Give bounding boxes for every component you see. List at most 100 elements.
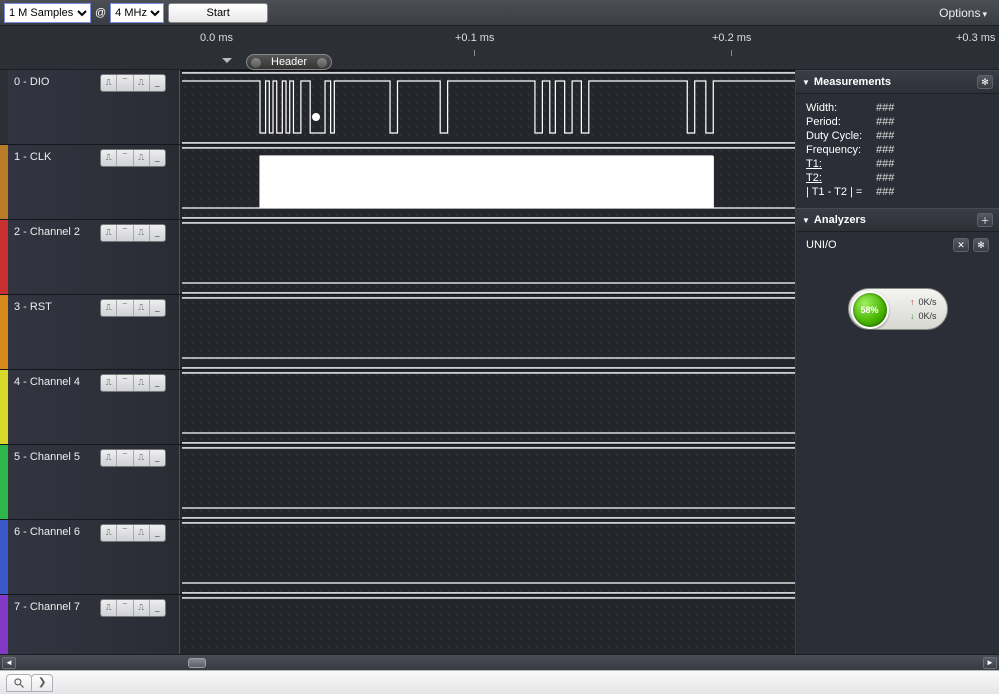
track-row: 2 - Channel 2 ⎍¯⎍_ — [0, 220, 795, 295]
timeline-header[interactable]: 0.0 ms +0.1 ms +0.2 ms +0.3 ms Header — [0, 26, 999, 70]
trigger-control[interactable]: ⎍¯⎍_ — [100, 599, 166, 617]
trigger-control[interactable]: ⎍¯⎍_ — [100, 374, 166, 392]
measurement-row: T2:### — [806, 172, 989, 184]
measurement-key: Width: — [806, 102, 876, 114]
track-header[interactable]: 4 - Channel 4 ⎍¯⎍_ — [0, 370, 180, 444]
channel-color-stripe — [0, 595, 8, 654]
channel-name: 0 - DIO — [14, 76, 49, 88]
track-row: 0 - DIO ⎍¯⎍_ — [0, 70, 795, 145]
trigger-control[interactable]: ⎍¯⎍_ — [100, 149, 166, 167]
scroll-thumb[interactable] — [188, 658, 206, 668]
trigger-control[interactable]: ⎍¯⎍_ — [100, 74, 166, 92]
measurement-key: Period: — [806, 116, 876, 128]
waveform[interactable] — [182, 226, 795, 288]
trigger-control[interactable]: ⎍¯⎍_ — [100, 224, 166, 242]
measurement-value: ### — [876, 130, 894, 142]
scroll-left-button[interactable]: ◄ — [2, 657, 16, 669]
options-menu[interactable]: Options — [931, 6, 995, 20]
measurement-value: ### — [876, 116, 894, 128]
waveform[interactable] — [182, 151, 795, 213]
channel-color-stripe — [0, 520, 8, 594]
measurements-header[interactable]: ▼ Measurements ✻ — [796, 70, 999, 94]
search-icon — [13, 677, 25, 689]
waveform[interactable] — [182, 376, 795, 438]
track-row: 6 - Channel 6 ⎍¯⎍_ — [0, 520, 795, 595]
waveform[interactable] — [182, 526, 795, 588]
scroll-track[interactable] — [18, 658, 981, 668]
channel-color-stripe — [0, 295, 8, 369]
track-header[interactable]: 3 - RST ⎍¯⎍_ — [0, 295, 180, 369]
track-header[interactable]: 0 - DIO ⎍¯⎍_ — [0, 70, 180, 144]
track-row: 1 - CLK ⎍¯⎍_ — [0, 145, 795, 220]
measurement-value: ### — [876, 172, 894, 184]
gear-icon[interactable]: ✻ — [977, 75, 993, 89]
trigger-control[interactable]: ⎍¯⎍_ — [100, 299, 166, 317]
measurement-value: ### — [876, 102, 894, 114]
at-label: @ — [95, 7, 106, 19]
track-header[interactable]: 5 - Channel 5⎍¯⎍_ — [0, 445, 180, 519]
waveform-area[interactable]: 0 - DIO⎍¯⎍_1 - CLK⎍¯⎍_2 - Channel 2⎍¯⎍_3… — [0, 70, 795, 654]
track-header[interactable]: 1 - CLK ⎍¯⎍_ — [0, 145, 180, 219]
side-panel: ▼ Measurements ✻ Width:###Period:###Duty… — [795, 70, 999, 654]
analyzers-header[interactable]: ▼ Analyzers ＋ — [796, 208, 999, 232]
channel-name: 6 - Channel 6 — [14, 526, 80, 538]
measurement-row: Period:### — [806, 116, 989, 128]
track-header[interactable]: 7 - Channel 7 ⎍¯⎍_ — [0, 595, 180, 654]
measurement-value: ### — [876, 144, 894, 156]
speed-percent: 58% — [851, 291, 889, 329]
waveform[interactable] — [182, 451, 795, 513]
track-header[interactable]: 2 - Channel 2 ⎍¯⎍_ — [0, 220, 180, 294]
samples-select[interactable]: 1 M Samples — [4, 3, 91, 23]
measurements-body: Width:###Period:###Duty Cycle:###Frequen… — [796, 94, 999, 208]
h-scrollbar[interactable]: ◄ ► — [0, 654, 999, 670]
start-button[interactable]: Start — [168, 3, 268, 23]
time-tick-label: +0.3 ms — [956, 32, 995, 44]
analyzer-item[interactable]: UNI/O ✕ ✻ — [796, 232, 999, 258]
waveform[interactable] — [182, 76, 795, 138]
measurement-row: Width:### — [806, 102, 989, 114]
trigger-control[interactable]: ⎍¯⎍_ — [100, 524, 166, 542]
disclosure-icon: ▼ — [802, 78, 810, 87]
measurement-key: T1: — [806, 158, 876, 170]
channel-name: 4 - Channel 4 — [14, 376, 80, 388]
analyzer-name: UNI/O — [806, 239, 953, 251]
gear-icon[interactable]: ✻ — [973, 238, 989, 252]
scroll-right-button[interactable]: ► — [983, 657, 997, 669]
channel-name: 2 - Channel 2 — [14, 226, 80, 238]
origin-marker[interactable] — [222, 58, 232, 68]
measurement-row: T1:### — [806, 158, 989, 170]
measurement-row: | T1 - T2 | =### — [806, 186, 989, 198]
channel-name: 3 - RST — [14, 301, 52, 313]
track-row: 5 - Channel 5⎍¯⎍_ — [0, 445, 795, 520]
measurement-key: T2: — [806, 172, 876, 184]
measurement-row: Frequency:### — [806, 144, 989, 156]
track-header[interactable]: 6 - Channel 6 ⎍¯⎍_ — [0, 520, 180, 594]
waveform[interactable] — [182, 301, 795, 363]
waveform[interactable] — [182, 601, 795, 654]
speed-down: 0K/s — [910, 309, 937, 323]
status-bar: ❯ — [0, 670, 999, 694]
channel-color-stripe — [0, 445, 8, 519]
channel-color-stripe — [0, 70, 8, 144]
speed-widget[interactable]: 58% 0K/s 0K/s — [848, 288, 948, 330]
trigger-control[interactable]: ⎍¯⎍_ — [100, 449, 166, 467]
speed-up: 0K/s — [910, 295, 937, 309]
add-analyzer-button[interactable]: ＋ — [977, 213, 993, 227]
expand-tab[interactable]: ❯ — [31, 674, 53, 692]
decode-badge-label: Header — [271, 56, 307, 68]
channel-name: 1 - CLK — [14, 151, 51, 163]
search-tab[interactable] — [6, 674, 32, 692]
track-row: 7 - Channel 7 ⎍¯⎍_ — [0, 595, 795, 654]
toolbar: 1 M Samples @ 4 MHz Start Options — [0, 0, 999, 26]
measurement-key: Duty Cycle: — [806, 130, 876, 142]
channel-name: 7 - Channel 7 — [14, 601, 80, 613]
measurement-key: Frequency: — [806, 144, 876, 156]
decode-badge[interactable]: Header — [246, 54, 332, 70]
measurements-title: Measurements — [814, 76, 891, 88]
rate-select[interactable]: 4 MHz — [110, 3, 164, 23]
close-icon[interactable]: ✕ — [953, 238, 969, 252]
time-tick-label: +0.1 ms — [455, 32, 494, 44]
measurement-row: Duty Cycle:### — [806, 130, 989, 142]
channel-color-stripe — [0, 220, 8, 294]
channel-color-stripe — [0, 145, 8, 219]
